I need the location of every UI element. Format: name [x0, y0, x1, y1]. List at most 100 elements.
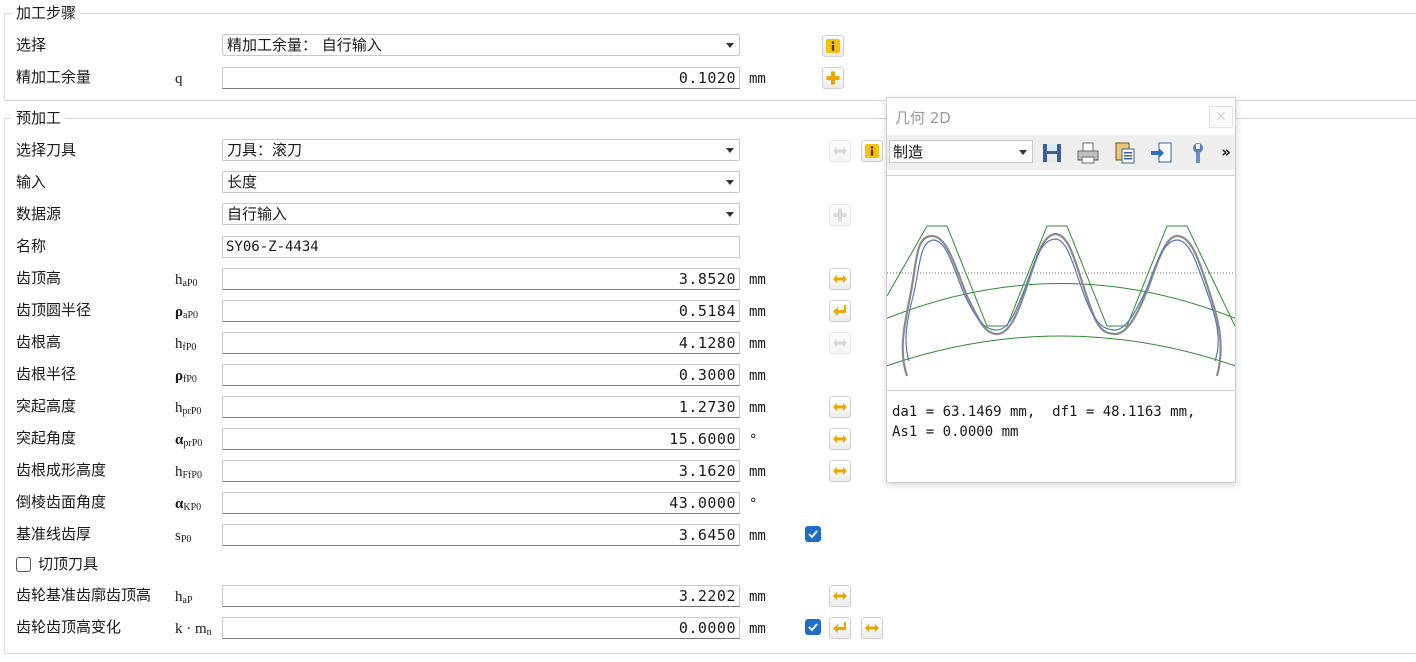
param-input[interactable]: 3.1620	[222, 460, 740, 482]
param-input[interactable]: 15.6000	[222, 428, 740, 450]
param-value: 3.8520	[678, 270, 736, 288]
gear-profile-graph	[887, 175, 1235, 391]
param-symbol: hprP0	[175, 400, 202, 417]
tool-select-value: 刀具：滚刀	[227, 141, 303, 159]
copy-icon[interactable]	[1112, 140, 1138, 166]
param-unit: mm	[749, 528, 766, 544]
chevron-down-icon	[726, 180, 734, 185]
param-transfer-button[interactable]	[829, 396, 851, 418]
param-label: 突起高度	[16, 397, 77, 415]
change-unit: mm	[749, 621, 766, 637]
source-label: 数据源	[16, 205, 62, 223]
param-input[interactable]: 3.8520	[222, 268, 740, 290]
tool-select[interactable]: 刀具：滚刀	[222, 139, 740, 161]
param-symbol: hfP0	[175, 336, 197, 353]
rack-unit: mm	[749, 589, 766, 605]
finishing-select-value: 精加工余量： 自行输入	[227, 36, 382, 54]
double-arrow-icon	[833, 275, 847, 283]
param-symbol: sP0	[175, 528, 192, 545]
param-transfer-button[interactable]	[829, 332, 851, 354]
change-input[interactable]: 0.0000	[222, 617, 740, 639]
rack-transfer-button[interactable]	[829, 585, 851, 607]
check-icon	[808, 623, 818, 632]
param-value: 3.1620	[678, 462, 736, 480]
param-label: 倒棱齿面角度	[16, 493, 107, 511]
finishing-group-title: 加工步骤	[12, 4, 81, 22]
name-label: 名称	[16, 237, 47, 255]
return-arrow-icon	[833, 622, 846, 633]
source-select[interactable]: 自行输入	[222, 203, 740, 225]
export-icon[interactable]	[1149, 140, 1175, 166]
param-return-button[interactable]	[829, 300, 851, 322]
param-input[interactable]: 4.1280	[222, 332, 740, 354]
transfer-button-disabled[interactable]	[829, 140, 851, 162]
save-icon[interactable]	[1039, 140, 1065, 166]
param-input[interactable]: 1.2730	[222, 396, 740, 418]
double-arrow-icon	[833, 592, 847, 600]
return-arrow-icon	[833, 305, 846, 316]
param-label: 齿根高	[16, 333, 62, 351]
param-transfer-button[interactable]	[829, 428, 851, 450]
param-label: 齿顶高	[16, 269, 62, 287]
check-icon	[808, 530, 818, 539]
chevron-down-icon	[1019, 150, 1027, 155]
double-arrow-icon	[865, 624, 879, 632]
close-button[interactable]: ×	[1209, 106, 1233, 128]
double-arrow-icon	[833, 339, 847, 347]
change-transfer-button[interactable]	[861, 617, 883, 639]
geometry-info: da1 = 63.1469 mm, df1 = 48.1163 mm, As1 …	[892, 402, 1195, 442]
name-input[interactable]: SY06-Z-4434	[222, 236, 740, 258]
chevron-down-icon	[726, 148, 734, 153]
param-label: 基准线齿厚	[16, 525, 92, 543]
rack-symbol: haP	[175, 589, 193, 606]
param-unit: mm	[749, 368, 766, 384]
param-label: 突起角度	[16, 429, 77, 447]
finishing-select[interactable]: 精加工余量： 自行输入	[222, 34, 740, 56]
param-input[interactable]: 3.6450	[222, 524, 740, 546]
change-return-button[interactable]	[829, 617, 851, 639]
chevron-down-icon	[726, 43, 734, 48]
plus-icon	[833, 208, 847, 222]
change-label: 齿轮齿顶高变化	[16, 618, 122, 636]
tip-cut-checkbox[interactable]	[16, 557, 31, 572]
allowance-input[interactable]: 0.1020	[222, 67, 740, 89]
param-transfer-button[interactable]	[829, 268, 851, 290]
param-value: 3.6450	[678, 526, 736, 544]
param-symbol: ρaP0	[175, 304, 199, 321]
add-button[interactable]	[822, 67, 844, 89]
allowance-value: 0.1020	[678, 69, 736, 87]
mode-select-value: 制造	[893, 143, 924, 161]
wrench-icon[interactable]	[1185, 140, 1211, 166]
param-unit: mm	[749, 464, 766, 480]
allowance-symbol: q	[175, 71, 183, 87]
param-unit: mm	[749, 272, 766, 288]
name-value: SY06-Z-4434	[226, 239, 319, 255]
param-input[interactable]: 43.0000	[222, 492, 740, 514]
info-button[interactable]	[822, 35, 844, 57]
param-input[interactable]: 0.5184	[222, 300, 740, 322]
param-symbol: αKP0	[175, 496, 202, 513]
param-unit: °	[749, 432, 758, 448]
param-checkbox[interactable]	[805, 526, 821, 542]
info-icon	[826, 39, 840, 53]
print-icon[interactable]	[1075, 140, 1101, 166]
param-symbol: αprP0	[175, 432, 203, 449]
info-icon	[865, 144, 879, 158]
rack-label: 齿轮基准齿廓齿顶高	[16, 586, 152, 604]
tool-info-button[interactable]	[861, 140, 883, 162]
param-input[interactable]: 0.3000	[222, 364, 740, 386]
param-label: 齿根半径	[16, 365, 77, 383]
geometry-2d-panel[interactable]: 几何 2D × 制造 » da1 = 63.1469 mm, df1 = 48.…	[886, 97, 1236, 483]
param-transfer-button[interactable]	[829, 460, 851, 482]
add-button-disabled[interactable]	[829, 204, 851, 226]
param-symbol: hFfP0	[175, 464, 202, 481]
change-symbol: k · mn	[175, 621, 212, 638]
param-value: 0.3000	[678, 366, 736, 384]
input-select[interactable]: 长度	[222, 171, 740, 193]
param-value: 43.0000	[669, 494, 736, 512]
mode-select[interactable]: 制造	[889, 140, 1033, 163]
change-checkbox[interactable]	[805, 619, 821, 635]
param-symbol: ρfP0	[175, 368, 197, 385]
rack-input[interactable]: 3.2202	[222, 585, 740, 607]
more-icon[interactable]: »	[1221, 143, 1231, 161]
